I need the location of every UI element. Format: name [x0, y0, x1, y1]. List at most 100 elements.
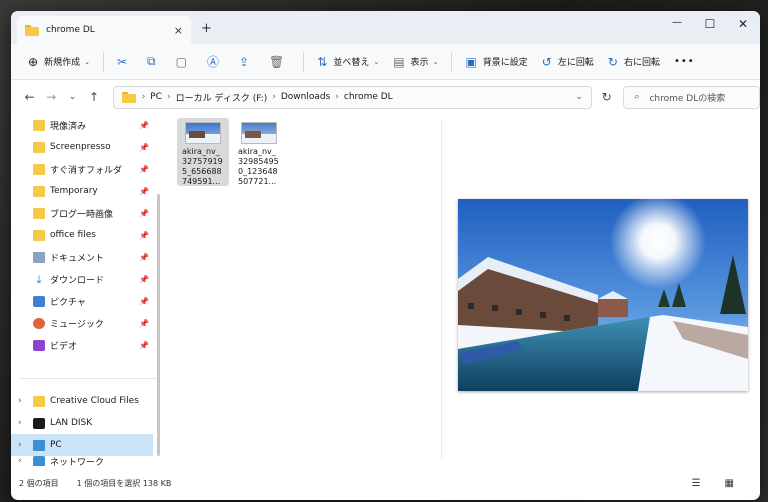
sidebar-item-label: office files [50, 230, 96, 240]
chevron-right-icon: › [167, 92, 171, 102]
chevron-right-icon[interactable]: › [18, 440, 22, 450]
wallpaper-icon: ▣ [465, 54, 477, 69]
delete-icon: 🗑 [269, 54, 285, 69]
sidebar-item-music[interactable]: ミュージック 📌 [11, 312, 153, 334]
file-item[interactable]: akira_nv_329854950_123648507721... [233, 118, 285, 186]
divider [102, 51, 104, 72]
search-input[interactable]: ⌕ chrome DLの検索 [623, 85, 760, 109]
close-window-button[interactable]: ✕ [733, 17, 753, 31]
wallpaper-label: 背景に設定 [482, 58, 528, 68]
divider [303, 51, 305, 72]
rotate-right-button[interactable]: ↻ 右に回転 [601, 50, 667, 74]
sidebar-item-sugukesu[interactable]: すぐ消すフォルダ 📌 [11, 158, 153, 180]
pictures-icon [33, 295, 45, 307]
refresh-button[interactable]: ↻ [596, 90, 617, 104]
maximize-button[interactable]: ☐ [700, 17, 720, 31]
sidebar-item-genzo[interactable]: 現像済み 📌 [11, 114, 153, 136]
pin-icon: 📌 [139, 318, 149, 328]
folder-icon [33, 141, 45, 153]
sidebar-item-label: 現像済み [50, 121, 87, 132]
breadcrumb-local-disk[interactable]: ローカル ディスク (F:) [176, 91, 268, 104]
item-count: 2 個の項目 [19, 478, 59, 488]
pin-icon: 📌 [139, 186, 149, 196]
sidebar-item-label: ドキュメント [50, 253, 105, 264]
copy-button[interactable]: ⧉ [140, 50, 169, 74]
sidebar-item-label: Creative Cloud Files [50, 396, 139, 406]
set-wallpaper-button[interactable]: ▣ 背景に設定 [458, 50, 534, 74]
navigation-pane: 現像済み 📌 Screenpresso 📌 すぐ消すフォルダ 📌 Tempora… [11, 114, 163, 466]
status-bar: 2 個の項目 1 個の項目を選択 138 KB ☰ ▦ [11, 466, 760, 500]
view-label: 表示 [410, 58, 429, 68]
image-thumbnail [185, 122, 221, 144]
up-button[interactable]: ↑ [83, 90, 104, 104]
large-icons-view-icon[interactable]: ▦ [725, 478, 734, 489]
pane-divider[interactable] [441, 120, 442, 460]
breadcrumb-downloads[interactable]: Downloads [281, 92, 330, 102]
sidebar-item-lan-disk[interactable]: › LAN DISK [11, 412, 153, 434]
back-button[interactable]: ← [19, 90, 40, 104]
view-button[interactable]: ▤ 表示 ⌄ [386, 50, 445, 74]
details-view-icon[interactable]: ☰ [692, 478, 701, 489]
folder-icon [33, 229, 45, 241]
chevron-right-icon[interactable]: › [18, 418, 22, 428]
folder-icon [33, 119, 45, 131]
sidebar-scrollbar[interactable] [157, 194, 160, 456]
sidebar-item-downloads[interactable]: ⤓ ダウンロード 📌 [11, 268, 153, 290]
share-button[interactable]: ⇪ [232, 50, 262, 74]
rotate-right-label: 右に回転 [623, 58, 660, 68]
search-icon: ⌕ [634, 92, 640, 102]
sidebar-item-office-files[interactable]: office files 📌 [11, 224, 153, 246]
selection-info: 1 個の項目を選択 138 KB [76, 478, 172, 488]
chevron-down-icon: ⌄ [373, 57, 380, 66]
sidebar-item-temporary[interactable]: Temporary 📌 [11, 180, 153, 202]
sidebar-item-creative-cloud[interactable]: › Creative Cloud Files [11, 390, 153, 412]
address-dropdown-icon[interactable]: ⌄ [575, 92, 583, 102]
file-list: akira_nv_327579195_656688749591... akira… [171, 114, 439, 466]
chevron-right-icon[interactable]: › [18, 396, 22, 406]
breadcrumb-pc[interactable]: PC [150, 92, 162, 102]
sidebar-item-blog-images[interactable]: ブログ一時画像 📌 [11, 202, 153, 224]
new-tab-button[interactable]: + [201, 21, 212, 36]
delete-button[interactable]: 🗑 [262, 50, 297, 74]
rename-icon: Ⓐ [206, 55, 219, 69]
pin-icon: 📌 [139, 274, 149, 284]
tab-chrome-dl[interactable]: chrome DL × [17, 16, 191, 44]
tab-close-icon[interactable]: × [174, 24, 183, 37]
recent-locations-button[interactable]: ⌄ [62, 92, 83, 102]
sidebar-item-network[interactable]: › ネットワーク [11, 456, 153, 466]
sidebar-item-label: ビデオ [50, 341, 78, 352]
more-button[interactable]: ••• [667, 50, 702, 74]
sidebar-item-documents[interactable]: ドキュメント 📌 [11, 246, 153, 268]
folder-icon [33, 185, 45, 197]
file-item[interactable]: akira_nv_327579195_656688749591... [177, 118, 229, 186]
sidebar-item-label: ミュージック [50, 319, 104, 330]
sidebar-item-label: ブログ一時画像 [50, 209, 114, 220]
pin-icon: 📌 [139, 142, 149, 152]
preview-image [458, 199, 748, 391]
video-icon [33, 339, 45, 351]
sidebar-item-videos[interactable]: ビデオ 📌 [11, 334, 153, 356]
sidebar-item-pictures[interactable]: ピクチャ 📌 [11, 290, 153, 312]
music-icon [33, 317, 45, 329]
paste-button[interactable]: ▢ [169, 50, 200, 74]
address-bar[interactable]: › PC › ローカル ディスク (F:) › Downloads › chro… [112, 85, 592, 109]
sidebar-item-pc[interactable]: › PC [11, 434, 153, 456]
sidebar-item-screenpresso[interactable]: Screenpresso 📌 [11, 136, 153, 158]
rotate-left-button[interactable]: ↺ 左に回転 [535, 50, 601, 74]
cut-button[interactable]: ✂ [110, 50, 140, 74]
folder-icon [25, 24, 39, 36]
rotate-left-label: 左に回転 [557, 58, 594, 68]
breadcrumb-chrome-dl[interactable]: chrome DL [344, 92, 393, 102]
chevron-down-icon: ⌄ [84, 57, 90, 66]
new-button[interactable]: ⊕ 新規作成 ⌄ [21, 50, 97, 74]
forward-button[interactable]: → [40, 90, 61, 104]
command-bar: ⊕ 新規作成 ⌄ ✂ ⧉ ▢ Ⓐ ⇪ 🗑 ⇅ 並べ替え ⌄ ▤ 表示 ⌄ ▣ 背… [11, 44, 760, 80]
pin-icon: 📌 [139, 230, 149, 240]
rotate-right-icon: ↻ [607, 54, 618, 69]
minimize-button[interactable]: — [667, 17, 687, 28]
chevron-right-icon[interactable]: › [18, 456, 22, 466]
rename-button[interactable]: Ⓐ [200, 50, 232, 74]
title-bar: chrome DL × + — ☐ ✕ [11, 11, 760, 44]
sort-button[interactable]: ⇅ 並べ替え ⌄ [310, 50, 386, 74]
tab-title: chrome DL [46, 25, 95, 35]
